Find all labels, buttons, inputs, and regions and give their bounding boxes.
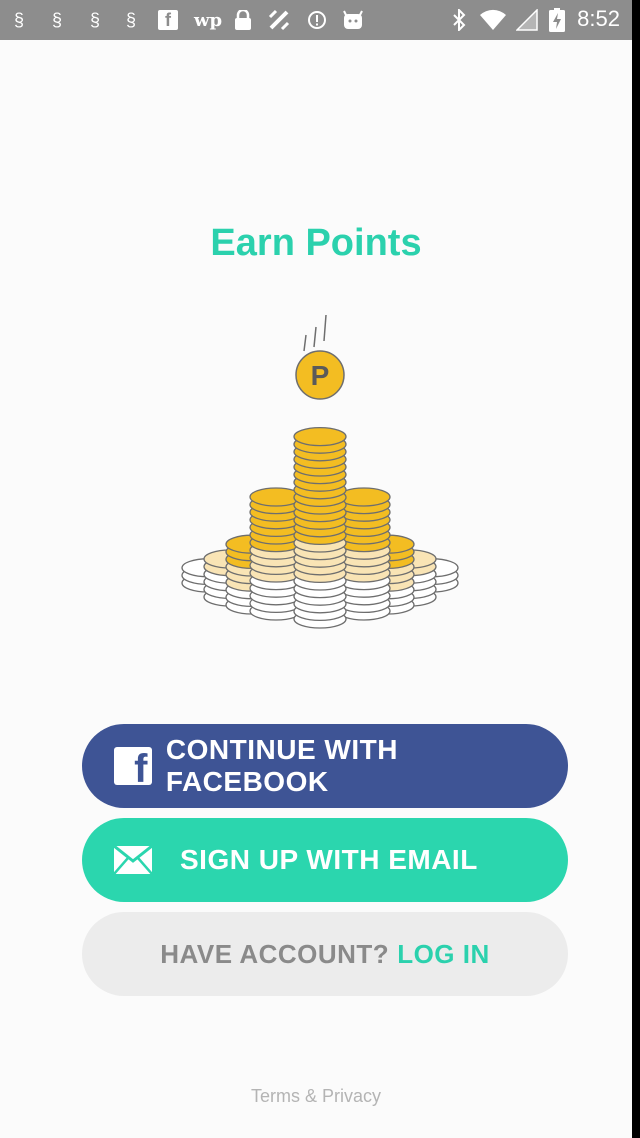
clock: 8:52: [577, 6, 620, 31]
motion-line: [323, 314, 327, 342]
coin: [293, 426, 347, 447]
coin-pile-illustration: P: [170, 305, 470, 640]
android-icon: [340, 8, 366, 32]
notification-icon: §: [89, 9, 100, 30]
notification-icon: §: [13, 9, 24, 30]
sign-up-with-email-button[interactable]: SIGN UP WITH EMAIL: [82, 818, 568, 902]
satellite-icon: [266, 8, 292, 32]
facebook-button-label: CONTINUE WITH FACEBOOK: [165, 734, 398, 797]
have-account-label: HAVE ACCOUNT?: [160, 938, 390, 969]
washington-post-icon: wp: [193, 9, 223, 31]
coin-letter: P: [311, 360, 330, 391]
signal-icon: [514, 8, 540, 32]
facebook-icon: f: [114, 747, 152, 789]
app-screen: § § § § f wp 8:52 Earn Points P f CONTIN…: [0, 0, 632, 1138]
mail-icon: [114, 846, 152, 874]
bluetooth-icon: [446, 8, 472, 32]
page-title: Earn Points: [210, 222, 422, 264]
facebook-icon: f: [158, 10, 178, 30]
battery-charging-icon: [546, 8, 568, 32]
wifi-icon: [478, 8, 508, 32]
log-in-link[interactable]: LOG IN: [397, 939, 490, 970]
info-icon: [304, 8, 330, 32]
have-account-login-button[interactable]: HAVE ACCOUNT? LOG IN: [82, 912, 568, 996]
continue-with-facebook-button[interactable]: f CONTINUE WITH FACEBOOK: [82, 724, 568, 808]
email-button-label: SIGN UP WITH EMAIL: [180, 844, 478, 875]
motion-line: [313, 326, 317, 348]
notification-icon: §: [125, 9, 136, 30]
terms-privacy-link[interactable]: Terms & Privacy: [0, 1086, 632, 1107]
status-bar: § § § § f wp 8:52: [0, 0, 632, 40]
motion-line: [303, 334, 307, 352]
lock-icon: [230, 8, 256, 32]
notification-icon: §: [51, 9, 62, 30]
